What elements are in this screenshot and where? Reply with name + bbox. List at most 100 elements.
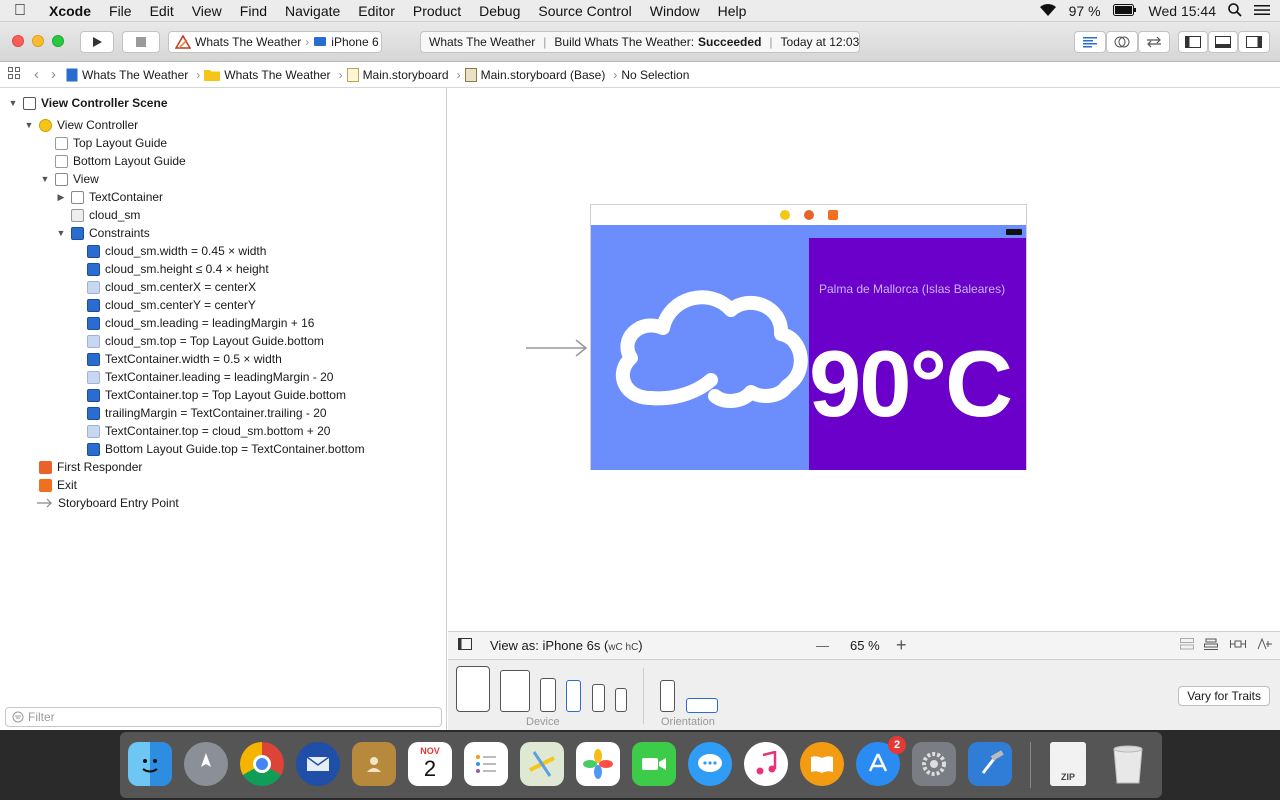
constraint-row[interactable]: cloud_sm.width = 0.45 × width [87,242,266,260]
device-ipad-button[interactable] [500,670,530,712]
toggle-outline-icon[interactable] [458,638,472,653]
device-iphone-4s-button[interactable] [615,688,627,712]
xcode-icon[interactable] [968,742,1012,786]
constraint-row[interactable]: TextContainer.leading = leadingMargin - … [87,368,333,386]
maps-icon[interactable] [520,742,564,786]
menu-product[interactable]: Product [404,3,470,19]
outline-view[interactable]: ▼ View [40,170,99,188]
finder-icon[interactable] [128,742,172,786]
resolve-issues-icon[interactable] [1256,637,1272,653]
menu-file[interactable]: File [100,3,141,19]
outline-first-responder[interactable]: First Responder [39,458,142,476]
constraint-row[interactable]: Bottom Layout Guide.top = TextContainer.… [87,440,365,458]
outline-scene[interactable]: ▼ View Controller Scene [8,94,168,112]
device-iphone-se-button[interactable] [592,684,605,712]
wifi-icon[interactable] [1039,3,1057,20]
scheme-selector[interactable]: Whats The Weather › iPhone 6 [168,31,382,53]
pin-icon[interactable] [1230,638,1246,653]
temperature-label[interactable]: 90°C [809,330,1013,438]
outline-cloud-image[interactable]: cloud_sm [71,206,140,224]
view-as-label[interactable]: View as: iPhone 6s (wC hC) [490,638,643,653]
app-store-icon[interactable]: 2 [856,736,906,786]
clock[interactable]: Wed 15:44 [1149,3,1216,19]
apple-menu-icon[interactable]:  [0,2,40,20]
calendar-icon[interactable]: NOV 2 [408,742,452,786]
menu-debug[interactable]: Debug [470,3,529,19]
menu-source-control[interactable]: Source Control [529,3,640,19]
outline-filter-field[interactable]: Filter [5,707,442,727]
disclosure-open-icon[interactable]: ▼ [40,174,50,184]
menu-editor[interactable]: Editor [349,3,404,19]
scene-first-responder-icon[interactable] [803,210,814,220]
toggle-utilities-button[interactable] [1238,31,1270,53]
assistant-editor-button[interactable] [1106,31,1138,53]
disclosure-closed-icon[interactable]: ▶ [56,192,66,203]
menu-edit[interactable]: Edit [141,3,183,19]
notification-center-icon[interactable] [1254,3,1270,19]
menu-window[interactable]: Window [641,3,709,19]
disclosure-open-icon[interactable]: ▼ [8,98,18,108]
chrome-icon[interactable] [240,742,284,786]
orientation-landscape-button[interactable] [686,698,718,713]
standard-editor-button[interactable] [1074,31,1106,53]
device-iphone-plus-button[interactable] [540,678,556,712]
version-editor-button[interactable] [1138,31,1170,53]
toggle-navigator-button[interactable] [1178,31,1208,53]
text-container[interactable]: Palma de Mallorca (Islas Baleares) 90°C [809,238,1026,470]
stop-button[interactable] [122,31,160,53]
itunes-icon[interactable] [744,742,788,786]
constraint-row[interactable]: trailingMargin = TextContainer.trailing … [87,404,327,422]
system-preferences-icon[interactable] [912,742,956,786]
toggle-debug-area-button[interactable] [1208,31,1238,53]
facetime-icon[interactable] [632,742,676,786]
zoom-in-button[interactable]: + [896,635,907,656]
back-arrow-icon[interactable]: ‹ [34,66,39,83]
view-controller-scene[interactable]: Palma de Mallorca (Islas Baleares) 90°C [590,204,1027,470]
storyboard-entry-arrow[interactable] [526,338,590,358]
embed-in-stack-icon[interactable] [1180,638,1194,653]
outline-constraints[interactable]: ▼ Constraints [56,224,150,242]
forward-arrow-icon[interactable]: › [51,66,56,83]
minimize-window-button[interactable] [32,35,44,47]
disclosure-open-icon[interactable]: ▼ [56,228,66,238]
run-button[interactable] [80,31,114,53]
constraint-row[interactable]: cloud_sm.centerX = centerX [87,278,256,296]
zoom-out-button[interactable]: — [816,638,829,653]
constraint-row[interactable]: TextContainer.top = Top Layout Guide.bot… [87,386,346,404]
scene-view-controller-icon[interactable] [779,210,790,220]
outline-view-controller[interactable]: ▼ View Controller [24,116,139,134]
cloud-image[interactable] [611,280,811,415]
menu-help[interactable]: Help [709,3,756,19]
outline-exit[interactable]: Exit [39,476,77,494]
constraint-row[interactable]: cloud_sm.centerY = centerY [87,296,256,314]
launchpad-icon[interactable] [184,742,228,786]
menu-view[interactable]: View [183,3,231,19]
constraint-row[interactable]: TextContainer.width = 0.5 × width [87,350,282,368]
scene-exit-icon[interactable] [827,210,838,220]
constraint-row[interactable]: cloud_sm.height ≤ 0.4 × height [87,260,269,278]
location-label[interactable]: Palma de Mallorca (Islas Baleares) [819,282,1005,296]
constraint-row[interactable]: TextContainer.top = cloud_sm.bottom + 20 [87,422,330,440]
breadcrumb-project[interactable]: Whats The Weather [66,68,188,82]
spotlight-search-icon[interactable] [1228,2,1242,20]
reminders-icon[interactable] [464,742,508,786]
constraint-row[interactable]: cloud_sm.leading = leadingMargin + 16 [87,314,314,332]
constraint-row[interactable]: cloud_sm.top = Top Layout Guide.bottom [87,332,324,350]
outline-entry-point[interactable]: Storyboard Entry Point [37,494,179,512]
breadcrumb-selection[interactable]: No Selection [621,68,689,82]
outline-bottom-layout-guide[interactable]: Bottom Layout Guide [55,152,186,170]
breadcrumb-base[interactable]: Main.storyboard (Base) [464,67,605,82]
storyboard-canvas[interactable]: Palma de Mallorca (Islas Baleares) 90°C [448,88,1280,631]
device-ipad-pro-button[interactable] [456,666,490,712]
align-icon[interactable] [1204,638,1218,653]
photos-icon[interactable] [576,742,620,786]
disclosure-open-icon[interactable]: ▼ [24,120,34,130]
close-window-button[interactable] [12,35,24,47]
battery-icon[interactable] [1112,3,1137,19]
vary-for-traits-button[interactable]: Vary for Traits [1178,686,1270,706]
ibooks-icon[interactable] [800,742,844,786]
menu-navigate[interactable]: Navigate [276,3,349,19]
messages-icon[interactable] [688,742,732,786]
view[interactable]: Palma de Mallorca (Islas Baleares) 90°C [591,225,1026,470]
outline-text-container[interactable]: ▶ TextContainer [56,188,164,206]
